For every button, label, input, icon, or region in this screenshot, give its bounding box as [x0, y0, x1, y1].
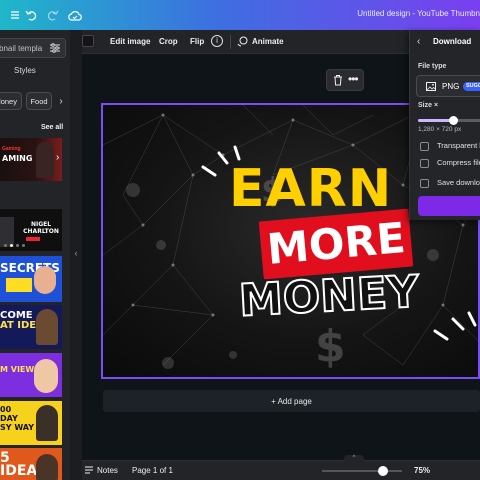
sidebar-collapse-strip: ‹: [70, 30, 82, 480]
thumbnail-text: 00 DAY SY WAY: [0, 405, 35, 432]
compress-file-option[interactable]: Compress file: [420, 158, 480, 168]
file-type-value: PNG: [442, 82, 460, 91]
file-type-select[interactable]: PNG SUGG: [416, 75, 480, 97]
size-dimensions: 1,280 × 720 px: [418, 126, 462, 133]
carousel-dot[interactable]: [10, 244, 13, 247]
template-thumbnail[interactable]: Gaming AMING: [0, 138, 62, 181]
see-all-link[interactable]: See all: [41, 124, 63, 131]
size-slider-knob[interactable]: [448, 116, 458, 125]
chevron-right-icon[interactable]: ›: [56, 152, 59, 163]
more-options-icon[interactable]: •••: [348, 72, 359, 86]
thumbnail-face: [36, 454, 58, 480]
file-type-label: File type: [418, 63, 447, 70]
carousel-dot[interactable]: [4, 244, 7, 247]
template-thumbnail[interactable]: SECRETS: [0, 256, 62, 302]
templates-sidebar: bnail templa Styles loney Food › See all…: [0, 30, 70, 480]
dollar-sign-decoration: $: [315, 321, 346, 372]
edit-image-button[interactable]: Edit image: [110, 37, 150, 46]
filter-icon[interactable]: [49, 42, 61, 54]
info-icon[interactable]: i: [211, 35, 223, 47]
thumbnail-figure: [36, 142, 54, 178]
option-label: Compress file: [437, 158, 480, 167]
checkbox[interactable]: [420, 158, 429, 168]
thumbnail-text: AMING: [2, 154, 33, 163]
template-search-input[interactable]: bnail templa: [0, 38, 66, 58]
background-color-swatch[interactable]: [82, 35, 94, 47]
crop-button[interactable]: Crop: [159, 37, 178, 46]
zoom-slider[interactable]: [322, 466, 402, 476]
add-page-button[interactable]: + Add page: [103, 390, 480, 412]
headline-money[interactable]: MONEY: [237, 264, 421, 329]
styles-heading: Styles: [14, 66, 36, 75]
page-indicator[interactable]: Page 1 of 1: [132, 466, 173, 475]
checkbox[interactable]: [420, 141, 429, 151]
undo-icon[interactable]: [24, 8, 38, 22]
template-thumbnail[interactable]: 00 DAY SY WAY: [0, 401, 62, 445]
size-slider[interactable]: [418, 116, 480, 125]
carousel-dots: [4, 244, 25, 247]
style-chip-money[interactable]: loney: [0, 92, 22, 110]
back-arrow-icon[interactable]: ‹: [417, 36, 420, 47]
trash-icon[interactable]: [333, 74, 343, 86]
element-float-toolbar: •••: [326, 69, 364, 91]
save-download-option[interactable]: Save download: [420, 178, 480, 188]
zoom-level[interactable]: 75%: [414, 466, 430, 475]
flip-button[interactable]: Flip: [190, 37, 204, 46]
cloud-save-icon[interactable]: [68, 8, 82, 22]
zoom-slider-knob[interactable]: [378, 466, 388, 476]
chevron-right-icon[interactable]: ›: [56, 92, 66, 110]
search-input-text: bnail templa: [0, 43, 43, 53]
checkbox[interactable]: [420, 178, 429, 188]
template-thumbnail[interactable]: COME AT IDEAS: [0, 305, 62, 349]
thumbnail-text: NIGEL CHARLTON: [23, 221, 59, 235]
notes-button[interactable]: Notes: [97, 466, 118, 475]
option-label: Transparent ba: [437, 141, 480, 150]
animate-icon: [237, 36, 248, 47]
menu-icon[interactable]: [8, 8, 22, 22]
chevron-up-icon[interactable]: ^: [344, 455, 364, 461]
template-thumbnail[interactable]: M VIEWS: [0, 353, 62, 397]
animate-button[interactable]: Animate: [252, 37, 284, 46]
thumbnail-face: [34, 359, 58, 393]
size-slider-fill: [418, 119, 453, 122]
download-button[interactable]: [418, 196, 480, 216]
carousel-dot[interactable]: [16, 244, 19, 247]
top-bar: Untitled design - YouTube Thumbn: [0, 0, 480, 30]
chevron-left-icon[interactable]: ‹: [72, 248, 80, 264]
option-label: Save download: [437, 178, 480, 187]
thumbnail-subtext: Gaming: [2, 146, 21, 152]
download-panel: ‹ Download File type PNG SUGG Size × 1,2…: [409, 30, 480, 220]
carousel-dot[interactable]: [22, 244, 25, 247]
thumbnail-label-box: [6, 278, 32, 292]
document-title[interactable]: Untitled design - YouTube Thumbn: [357, 9, 480, 18]
thumbnail-face: [34, 266, 56, 294]
toolbar-divider: [230, 35, 231, 49]
headline-earn[interactable]: EARN: [229, 159, 392, 219]
download-panel-title: Download: [433, 37, 472, 46]
size-label: Size ×: [418, 102, 439, 109]
style-chip-food[interactable]: Food: [26, 92, 52, 110]
template-thumbnail[interactable]: 5 IDEAS: [0, 448, 62, 480]
image-icon: [426, 82, 436, 91]
thumbnail-face: [36, 405, 58, 441]
suggested-badge: SUGG: [463, 82, 480, 91]
bottom-bar: ^ Notes Page 1 of 1 75%: [82, 455, 480, 480]
thumbnail-badge: [26, 237, 40, 241]
transparent-background-option[interactable]: Transparent ba: [420, 141, 480, 151]
thumbnail-figure: [0, 217, 14, 247]
notes-icon[interactable]: [84, 466, 94, 475]
thumbnail-face: [36, 309, 58, 345]
redo-icon[interactable]: [46, 8, 60, 22]
